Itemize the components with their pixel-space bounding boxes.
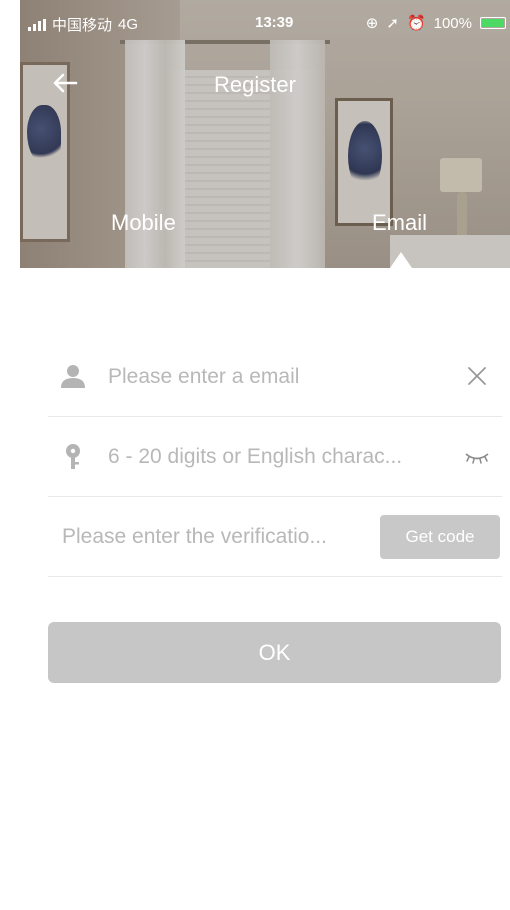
status-bar: 中国移动 4G 13:39 ⊕ ➚ ⏰ 100% bbox=[20, 0, 510, 46]
get-code-button[interactable]: Get code bbox=[380, 515, 500, 559]
close-icon[interactable] bbox=[466, 365, 488, 387]
email-input[interactable]: Please enter a email bbox=[108, 365, 299, 389]
verification-field-row[interactable]: Please enter the verificatio... Get code bbox=[48, 497, 502, 577]
signal-icon bbox=[28, 18, 46, 31]
status-time: 13:39 bbox=[255, 14, 294, 31]
key-icon bbox=[66, 444, 80, 469]
email-field-row[interactable]: Please enter a email bbox=[48, 337, 502, 417]
tab-mobile[interactable]: Mobile bbox=[111, 210, 176, 236]
ok-button[interactable]: OK bbox=[48, 622, 501, 683]
battery-icon bbox=[480, 17, 506, 29]
password-field-row[interactable]: 6 - 20 digits or English charac... bbox=[48, 417, 502, 497]
tab-email[interactable]: Email bbox=[372, 210, 427, 236]
alarm-icon: ⏰ bbox=[406, 15, 426, 32]
active-tab-indicator bbox=[390, 252, 412, 268]
user-icon bbox=[61, 365, 85, 388]
password-input[interactable]: 6 - 20 digits or English charac... bbox=[108, 445, 402, 469]
page-title: Register bbox=[214, 72, 296, 97]
network-type: 4G bbox=[118, 16, 139, 33]
battery-percent: 100% bbox=[433, 14, 472, 32]
rotation-lock-icon: ⊕ bbox=[365, 15, 379, 32]
verification-code-input[interactable]: Please enter the verificatio... bbox=[62, 525, 327, 549]
location-icon: ➚ bbox=[386, 15, 399, 32]
carrier-name: 中国移动 bbox=[52, 17, 113, 34]
eye-closed-icon[interactable] bbox=[464, 449, 490, 465]
